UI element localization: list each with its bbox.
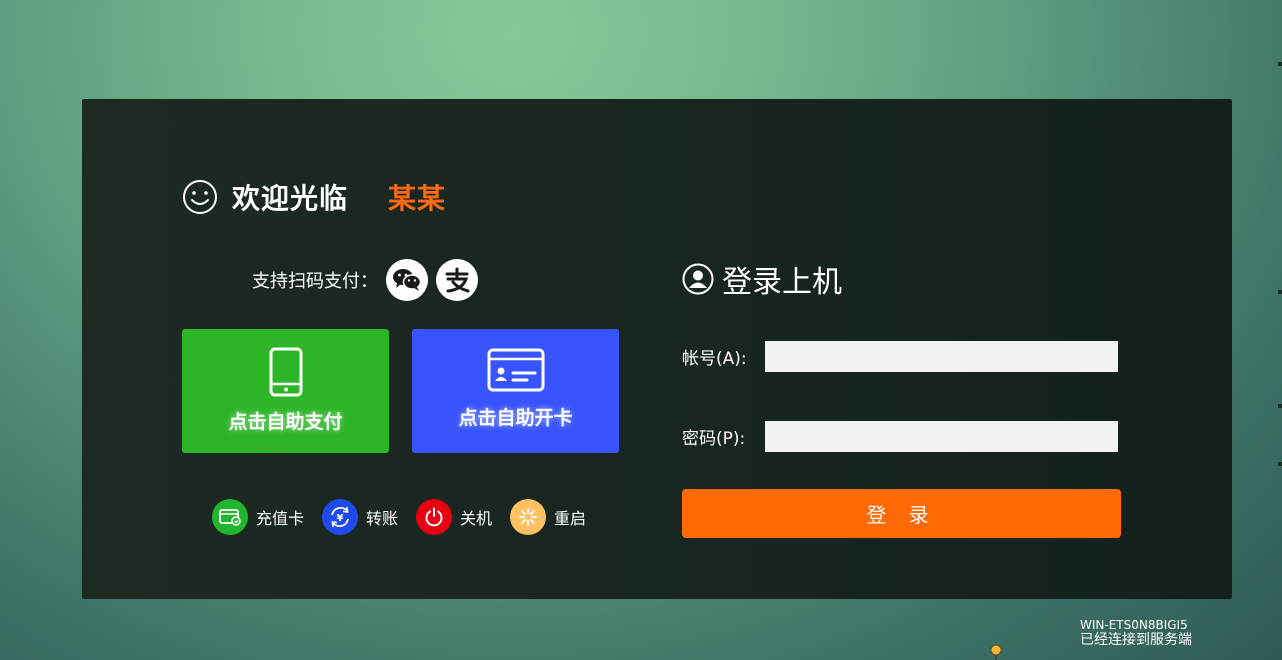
balloon-icon	[990, 645, 1002, 660]
connection-status: WIN-ETS0N8BIGI5 已经连接到服务端	[1080, 618, 1192, 648]
self-pay-button[interactable]: 点击自助支付	[182, 329, 389, 453]
wechat-pay-icon[interactable]	[386, 259, 428, 301]
self-card-button[interactable]: 点击自助开卡	[412, 329, 619, 453]
transfer-button[interactable]: ¥ 转账	[322, 499, 398, 535]
card-icon	[212, 499, 248, 535]
welcome-name: 某某	[388, 182, 447, 215]
account-label: 帐号(A):	[682, 349, 747, 369]
edge-mark	[1278, 404, 1282, 408]
password-input[interactable]	[765, 421, 1118, 452]
recharge-card-button[interactable]: 充值卡	[212, 499, 304, 535]
login-title: 登录上机	[682, 257, 842, 301]
self-pay-label: 点击自助支付	[228, 411, 343, 433]
password-label: 密码(P):	[682, 429, 746, 449]
power-icon	[416, 499, 453, 535]
shutdown-label: 关机	[460, 509, 493, 528]
quick-actions: 充值卡 ¥ 转账 关机 重启	[212, 499, 604, 535]
login-panel: 欢迎光临 某某 支持扫码支付： 点击自助支付 点击自助开卡 充值卡 ¥ 转账 关…	[82, 99, 1232, 599]
edge-mark	[1278, 290, 1282, 294]
scan-pay-label: 支持扫码支付：	[252, 271, 378, 292]
svg-text:¥: ¥	[337, 513, 344, 524]
alipay-icon[interactable]	[436, 259, 478, 301]
phone-icon	[269, 347, 302, 397]
edge-mark	[1278, 62, 1282, 66]
transfer-icon: ¥	[322, 499, 359, 535]
edge-mark	[1278, 462, 1282, 466]
welcome-text: 欢迎光临	[232, 182, 349, 215]
account-row: 帐号(A):	[682, 341, 1118, 372]
password-row: 密码(P):	[682, 421, 1118, 452]
user-icon	[682, 263, 714, 295]
restart-button[interactable]: 重启	[510, 499, 586, 535]
recharge-card-label: 充值卡	[256, 509, 305, 528]
connection-message: 已经连接到服务端	[1080, 632, 1192, 648]
restart-label: 重启	[554, 509, 587, 528]
shutdown-button[interactable]: 关机	[416, 499, 492, 535]
login-title-text: 登录上机	[722, 265, 842, 300]
transfer-label: 转账	[366, 509, 399, 528]
self-card-label: 点击自助开卡	[458, 407, 573, 429]
login-button[interactable]: 登 录	[682, 489, 1121, 538]
host-name: WIN-ETS0N8BIGI5	[1080, 618, 1188, 632]
restart-icon	[510, 499, 547, 535]
account-input[interactable]	[765, 341, 1118, 372]
welcome-header: 欢迎光临 某某	[182, 177, 446, 217]
smile-icon	[183, 180, 217, 214]
scan-pay-row: 支持扫码支付：	[252, 259, 486, 301]
id-card-icon	[487, 348, 544, 392]
